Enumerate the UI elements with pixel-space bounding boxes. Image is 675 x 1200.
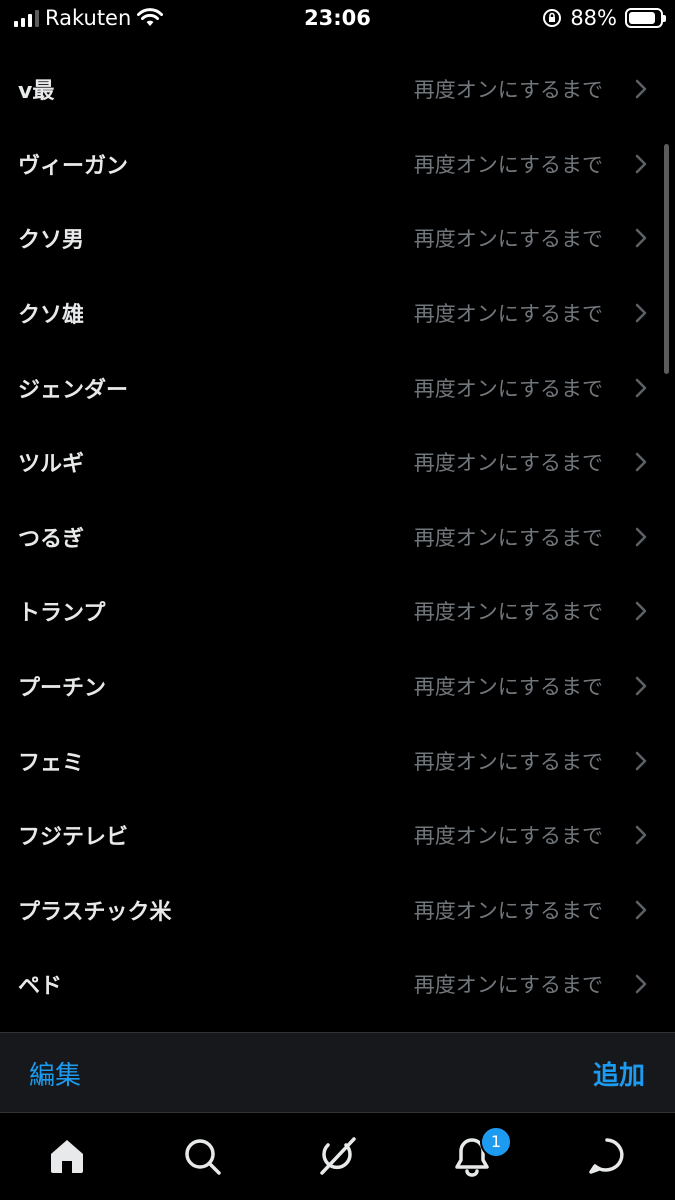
- mute-duration-label: 再度オンにするまで: [413, 302, 603, 327]
- muted-word-row[interactable]: つるぎ 再度オンにするまで: [0, 500, 675, 575]
- muted-word-label: フェミ: [18, 750, 85, 776]
- muted-word-row[interactable]: クソ男 再度オンにするまで: [0, 201, 675, 276]
- chevron-right-icon: [635, 229, 647, 248]
- status-bar: Rakuten 23:06 88%: [0, 0, 675, 40]
- muted-word-label: つるぎ: [18, 526, 85, 552]
- grok-icon[interactable]: [316, 1135, 358, 1177]
- chevron-right-icon: [635, 825, 647, 845]
- muted-word-row[interactable]: フジテレビ 再度オンにするまで: [0, 798, 675, 873]
- chevron-right-icon: [635, 975, 647, 994]
- status-right: 88%: [542, 6, 666, 30]
- muted-word-label: ツルギ: [18, 452, 85, 478]
- muted-word-label: クソ男: [18, 228, 85, 254]
- mute-duration-label: 再度オンにするまで: [413, 749, 603, 774]
- battery-percent: 88%: [570, 6, 617, 30]
- mute-duration-label: 再度オンにするまで: [413, 525, 603, 550]
- muted-word-row[interactable]: ジェンダー 再度オンにするまで: [0, 350, 675, 425]
- chevron-right-icon: [635, 527, 647, 547]
- messages-icon[interactable]: [586, 1135, 628, 1177]
- mute-duration-label: 再度オンにするまで: [413, 898, 603, 923]
- mute-duration-label: 再度オンにするまで: [413, 451, 603, 476]
- mute-duration-label: 再度オンにするまで: [413, 973, 603, 998]
- mute-duration-label: 再度オンにするまで: [413, 227, 603, 252]
- muted-word-label: v最: [18, 79, 55, 105]
- muted-words-list: v最 再度オンにするまで ヴィーガン 再度オンにするまで クソ男 再度オンにするまで クソ雄…: [0, 52, 675, 1022]
- scrollbar[interactable]: [664, 144, 669, 374]
- mute-duration-label: 再度オンにするまで: [413, 376, 603, 401]
- muted-word-row[interactable]: トランプ 再度オンにするまで: [0, 574, 675, 649]
- muted-word-row[interactable]: プーチン 再度オンにするまで: [0, 649, 675, 724]
- muted-word-row[interactable]: フェミ 再度オンにするまで: [0, 723, 675, 798]
- muted-word-row[interactable]: ペド 再度オンにするまで: [0, 947, 675, 1022]
- notification-badge: 1: [480, 1126, 512, 1158]
- muted-word-row[interactable]: ツルギ 再度オンにするまで: [0, 425, 675, 500]
- muted-word-label: トランプ: [18, 601, 106, 627]
- chevron-right-icon: [635, 154, 647, 174]
- mute-duration-label: 再度オンにするまで: [413, 675, 603, 700]
- home-icon[interactable]: [46, 1135, 88, 1177]
- edit-button[interactable]: 編集: [29, 1055, 81, 1092]
- chevron-right-icon: [635, 303, 647, 323]
- mute-duration-label: 再度オンにするまで: [413, 600, 603, 625]
- mute-duration-label: 再度オンにするまで: [413, 78, 603, 103]
- muted-word-row[interactable]: クソ雄 再度オンにするまで: [0, 276, 675, 351]
- mute-duration-label: 再度オンにするまで: [413, 152, 603, 177]
- chevron-right-icon: [635, 676, 647, 696]
- tab-bar: [0, 1112, 675, 1200]
- mute-duration-label: 再度オンにするまで: [413, 824, 603, 849]
- muted-word-label: プラスチック米: [18, 899, 172, 925]
- add-button[interactable]: 追加: [593, 1055, 645, 1092]
- chevron-right-icon: [635, 900, 647, 920]
- muted-word-label: ペド: [18, 974, 63, 1000]
- orientation-lock-icon: [543, 9, 562, 27]
- muted-word-row[interactable]: v最 再度オンにするまで: [0, 52, 675, 127]
- muted-word-label: フジテレビ: [18, 825, 129, 851]
- muted-word-label: ジェンダー: [18, 377, 129, 403]
- muted-word-label: ヴィーガン: [18, 153, 129, 179]
- chevron-right-icon: [635, 602, 647, 621]
- muted-word-row[interactable]: ヴィーガン 再度オンにするまで: [0, 127, 675, 202]
- chevron-right-icon: [635, 378, 647, 397]
- search-icon[interactable]: [181, 1135, 223, 1177]
- battery-icon: [625, 8, 666, 28]
- bottom-toolbar: 編集 追加: [0, 1032, 675, 1112]
- chevron-right-icon: [635, 453, 647, 472]
- muted-word-label: クソ雄: [18, 303, 85, 329]
- muted-word-label: プーチン: [18, 676, 107, 702]
- muted-word-row[interactable]: プラスチック米 再度オンにするまで: [0, 873, 675, 948]
- chevron-right-icon: [635, 751, 647, 770]
- chevron-right-icon: [635, 80, 647, 99]
